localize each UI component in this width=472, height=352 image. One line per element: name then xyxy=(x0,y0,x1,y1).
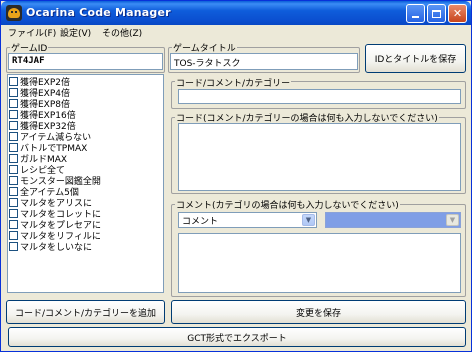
checkbox[interactable] xyxy=(9,110,18,119)
window-title: Ocarina Code Manager xyxy=(26,6,171,19)
close-icon: ✕ xyxy=(452,7,463,20)
menu-other[interactable]: その他(Z) xyxy=(102,26,142,39)
chevron-down-icon: ▼ xyxy=(446,214,459,226)
save-changes-button[interactable]: 変更を保存 xyxy=(171,300,466,324)
comment-label: コメント(カテゴリの場合は何も入力しないでください) xyxy=(175,198,400,211)
maximize-icon xyxy=(432,9,441,18)
checkbox[interactable] xyxy=(9,198,18,207)
checkbox[interactable] xyxy=(9,242,18,251)
checkbox[interactable] xyxy=(9,154,18,163)
checkbox[interactable] xyxy=(9,187,18,196)
checkbox[interactable] xyxy=(9,220,18,229)
checkbox[interactable] xyxy=(9,231,18,240)
app-window: Ocarina Code Manager ✕ ファイル(F) 設定(V) その他… xyxy=(0,0,472,352)
category-select: ▼ xyxy=(325,212,461,228)
minimize-button[interactable] xyxy=(406,4,425,23)
checkbox[interactable] xyxy=(9,132,18,141)
close-button[interactable]: ✕ xyxy=(448,4,467,23)
checkbox[interactable] xyxy=(9,209,18,218)
add-entry-button[interactable]: コード/コメント/カテゴリーを追加 xyxy=(6,300,165,324)
code-name-label: コード/コメント/カテゴリー xyxy=(175,76,292,89)
game-title-input[interactable]: TOS-ラタトスク xyxy=(170,53,358,70)
export-gct-button[interactable]: GCT形式でエクスポート xyxy=(8,327,466,347)
checkbox[interactable] xyxy=(9,77,18,86)
menu-file[interactable]: ファイル(F) xyxy=(8,26,56,39)
maximize-button[interactable] xyxy=(427,4,446,23)
code-body-textarea[interactable] xyxy=(178,123,461,191)
entry-type-select[interactable]: コメント ▼ xyxy=(178,212,317,228)
ocarina-app-icon xyxy=(6,5,22,21)
checkbox[interactable] xyxy=(9,143,18,152)
checkbox[interactable] xyxy=(9,121,18,130)
game-id-input[interactable]: RT4JAF xyxy=(8,53,163,70)
checkbox[interactable] xyxy=(9,99,18,108)
checkbox[interactable] xyxy=(9,88,18,97)
code-name-input[interactable] xyxy=(178,89,461,104)
checkbox[interactable] xyxy=(9,176,18,185)
menu-settings[interactable]: 設定(V) xyxy=(60,26,91,39)
checkbox[interactable] xyxy=(9,165,18,174)
minimize-icon xyxy=(412,16,419,18)
code-list[interactable]: 獲得EXP2倍 獲得EXP4倍 獲得EXP8倍 獲得EXP16倍 獲得EXP32… xyxy=(7,74,164,293)
list-item[interactable]: マルタをしいなに xyxy=(9,241,92,253)
title-bar[interactable]: Ocarina Code Manager ✕ xyxy=(1,1,471,25)
menu-bar: ファイル(F) 設定(V) その他(Z) xyxy=(2,25,470,39)
save-id-title-button[interactable]: IDとタイトルを保存 xyxy=(365,44,466,73)
comment-textarea[interactable] xyxy=(178,233,461,293)
chevron-down-icon[interactable]: ▼ xyxy=(302,214,315,226)
